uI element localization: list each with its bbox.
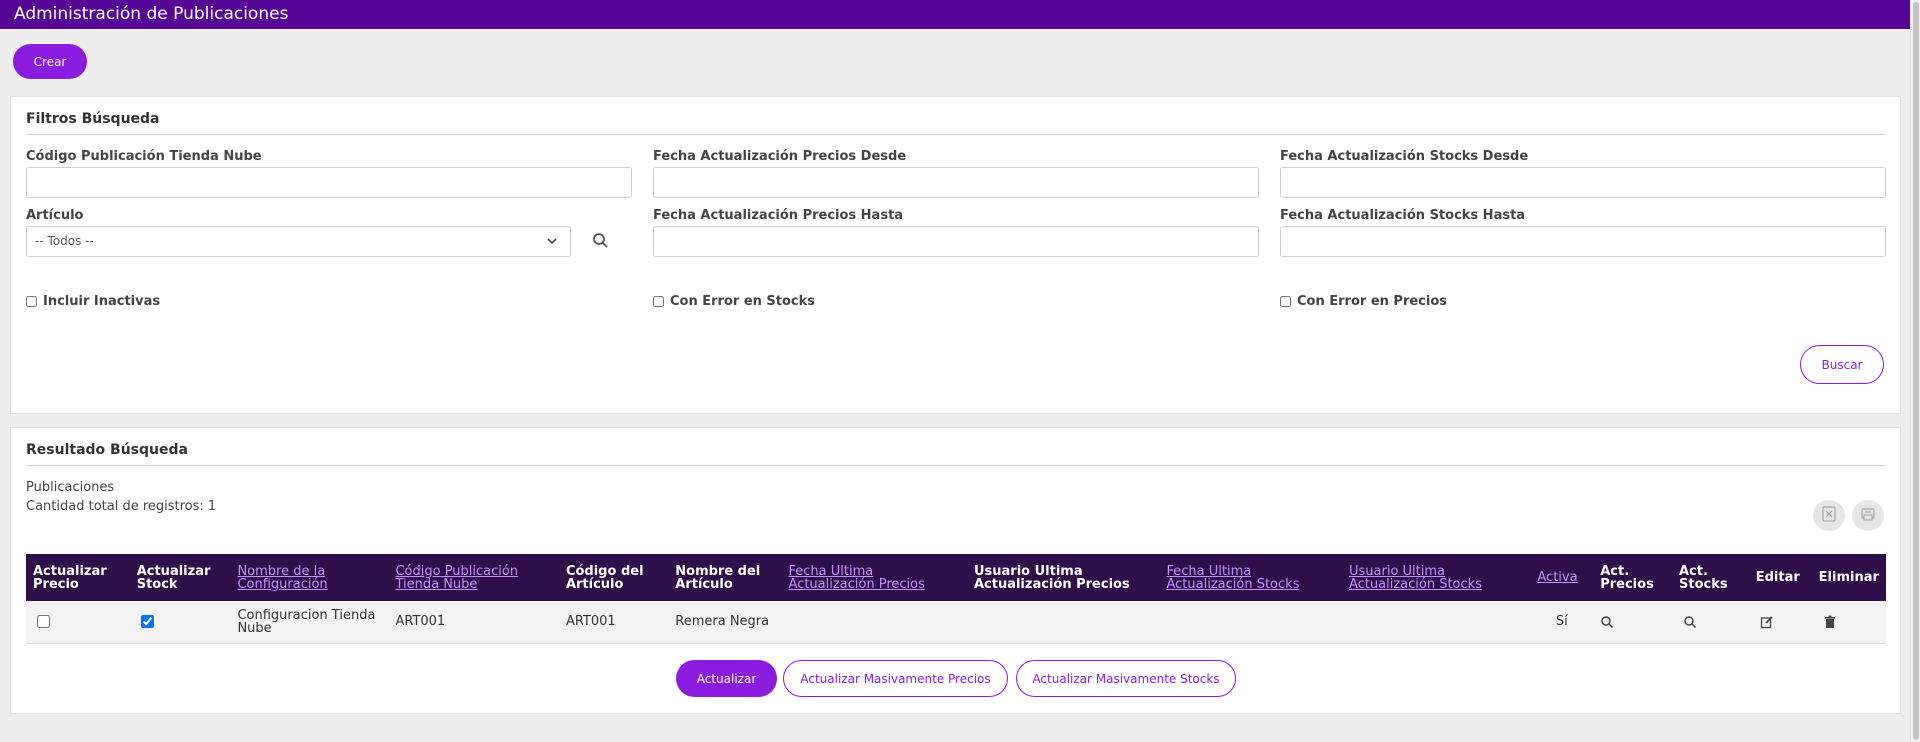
cell-actualizar-stock [129, 601, 231, 644]
col-fecha-stocks[interactable]: Fecha Ultima Actualización Stocks [1159, 554, 1342, 601]
col-actualizar-stock: Actualizar Stock [129, 554, 231, 601]
search-button[interactable]: Buscar [1800, 345, 1884, 384]
filters-title: Filtros Búsqueda [26, 111, 1886, 135]
stocks-desde-label: Fecha Actualización Stocks Desde [1280, 149, 1529, 164]
edit-icon[interactable] [1760, 615, 1774, 629]
results-table: Actualizar Precio Actualizar Stock Nombr… [26, 554, 1886, 644]
col-usuario-stocks[interactable]: Usuario Ultima Actualización Stocks [1342, 554, 1531, 601]
pdf-export-icon [1861, 508, 1875, 521]
cell-codigo-articulo: ART001 [558, 601, 669, 644]
col-editar: Editar [1748, 554, 1812, 601]
col-act-stocks: Act. Stocks [1672, 554, 1749, 601]
results-title: Resultado Búsqueda [26, 442, 1886, 466]
col-nombre-articulo: Nombre del Artículo [668, 554, 782, 601]
incluir-inactivas-checkbox[interactable] [26, 296, 37, 307]
cell-act-precios [1593, 601, 1673, 644]
actualizar-masivamente-precios-button[interactable]: Actualizar Masivamente Precios [783, 660, 1008, 697]
articulo-select-value: -- Todos -- [35, 234, 94, 248]
results-count: Cantidad total de registros: 1 [26, 499, 217, 514]
articulo-select[interactable]: -- Todos -- [26, 226, 571, 257]
cell-activa: Sí [1530, 601, 1594, 644]
articulo-label: Artículo [26, 208, 84, 223]
results-panel: Resultado Búsqueda Publicaciones Cantida… [10, 427, 1901, 714]
cell-usuario-precios [966, 601, 1160, 644]
table-row: Configuracion Tienda Nube ART001 ART001 … [26, 601, 1886, 644]
actualizar-masivamente-stocks-button[interactable]: Actualizar Masivamente Stocks [1016, 660, 1236, 697]
excel-export-button[interactable] [1813, 500, 1845, 531]
col-fecha-precios[interactable]: Fecha Ultima Actualización Precios [781, 554, 967, 601]
page-title: Administración de Publicaciones [14, 4, 289, 24]
error-stocks-checkbox[interactable] [653, 296, 664, 307]
cell-nombre-articulo: Remera Negra [668, 601, 782, 644]
error-stocks-label: Con Error en Stocks [670, 294, 816, 309]
table-header-row: Actualizar Precio Actualizar Stock Nombr… [26, 554, 1886, 601]
filters-panel: Filtros Búsqueda Código Publicación Tien… [10, 96, 1901, 414]
precios-hasta-input[interactable] [653, 226, 1259, 257]
incluir-inactivas-label: Incluir Inactivas [43, 294, 161, 309]
precios-desde-input[interactable] [653, 167, 1259, 198]
codigo-label: Código Publicación Tienda Nube [26, 149, 262, 164]
pdf-export-button[interactable] [1852, 500, 1884, 531]
stocks-desde-input[interactable] [1280, 167, 1886, 198]
act-stocks-search-icon[interactable] [1683, 615, 1697, 629]
error-precios-checkbox[interactable] [1280, 296, 1291, 307]
codigo-input[interactable] [26, 167, 632, 198]
stocks-hasta-input[interactable] [1280, 226, 1886, 257]
create-button[interactable]: Crear [13, 44, 87, 79]
col-act-precios: Act. Precios [1593, 554, 1673, 601]
cell-fecha-precios [781, 601, 967, 644]
cell-actualizar-precio [26, 601, 130, 644]
cell-configuracion: Configuracion Tienda Nube [230, 601, 389, 644]
cell-usuario-stocks [1342, 601, 1531, 644]
col-activa[interactable]: Activa [1530, 554, 1594, 601]
act-precios-search-icon[interactable] [1600, 615, 1614, 629]
cell-editar [1748, 601, 1812, 644]
articulo-search-icon[interactable] [589, 229, 613, 253]
col-codigo-publicacion[interactable]: Código Publicación Tienda Nube [388, 554, 559, 601]
vertical-scrollbar[interactable] [1910, 0, 1920, 742]
error-stocks-option[interactable]: Con Error en Stocks [653, 294, 815, 309]
precios-desde-label: Fecha Actualización Precios Desde [653, 149, 907, 164]
precios-hasta-label: Fecha Actualización Precios Hasta [653, 208, 904, 223]
chevron-down-icon [546, 227, 558, 267]
error-precios-label: Con Error en Precios [1297, 294, 1448, 309]
scrollbar-thumb[interactable] [1913, 2, 1919, 740]
stocks-hasta-label: Fecha Actualización Stocks Hasta [1280, 208, 1526, 223]
col-eliminar: Eliminar [1811, 554, 1886, 601]
excel-export-icon [1822, 506, 1836, 522]
col-actualizar-precio: Actualizar Precio [26, 554, 130, 601]
cell-fecha-stocks [1159, 601, 1342, 644]
cell-act-stocks [1672, 601, 1749, 644]
cell-codigo-publicacion: ART001 [388, 601, 559, 644]
cell-eliminar [1811, 601, 1886, 644]
row-actualizar-stock-checkbox[interactable] [140, 615, 154, 629]
actualizar-button[interactable]: Actualizar [676, 660, 777, 697]
col-usuario-precios: Usuario Ultima Actualización Precios [966, 554, 1160, 601]
col-codigo-articulo: Código del Artículo [558, 554, 669, 601]
results-subtitle: Publicaciones [26, 480, 115, 495]
row-actualizar-precio-checkbox[interactable] [37, 615, 50, 629]
error-precios-option[interactable]: Con Error en Precios [1280, 294, 1447, 309]
trash-icon[interactable] [1823, 615, 1837, 629]
incluir-inactivas-option[interactable]: Incluir Inactivas [26, 294, 160, 309]
col-configuracion[interactable]: Nombre de la Configuración [230, 554, 389, 601]
page-title-bar: Administración de Publicaciones [0, 0, 1910, 29]
